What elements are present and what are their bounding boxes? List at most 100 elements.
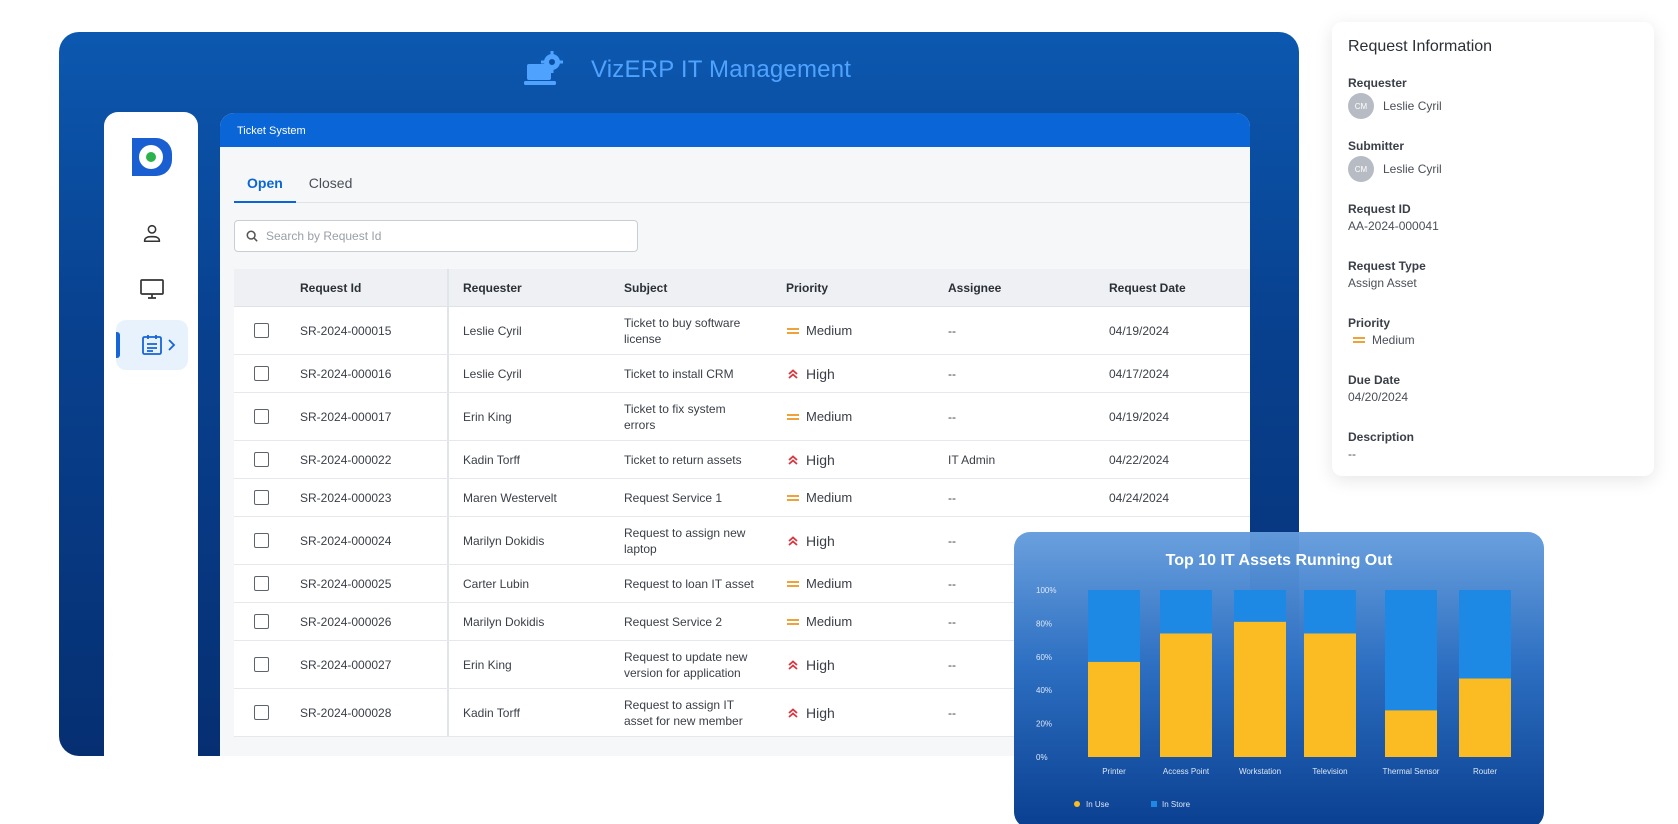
- row-select-cell: [234, 533, 288, 548]
- x-tick-label: Television: [1312, 767, 1347, 776]
- description-value: --: [1348, 447, 1356, 461]
- requester-block: Requester CM Leslie Cyril: [1348, 76, 1638, 119]
- row-checkbox[interactable]: [253, 366, 269, 381]
- submitter-name: Leslie Cyril: [1383, 162, 1442, 176]
- x-tick-label: Workstation: [1239, 767, 1281, 776]
- request-id-value: AA-2024-000041: [1348, 219, 1439, 233]
- request-type-block: Request Type Assign Asset: [1348, 259, 1638, 290]
- column-assignee[interactable]: Assignee: [934, 281, 1095, 295]
- row-checkbox[interactable]: [253, 490, 269, 505]
- assignee-cell: --: [948, 490, 956, 505]
- subject-cell: Ticket to return assets: [624, 452, 742, 467]
- row-checkbox[interactable]: [253, 409, 269, 424]
- priority-cell: High: [772, 657, 934, 673]
- requester-cell: Leslie Cyril: [463, 366, 522, 381]
- tab-open[interactable]: Open: [234, 167, 296, 203]
- column-request-id[interactable]: Request Id: [288, 269, 449, 306]
- bar-in-store: [1304, 590, 1356, 634]
- row-checkbox[interactable]: [253, 576, 269, 591]
- table-row[interactable]: SR-2024-000022 Kadin Torff Ticket to retur…: [234, 441, 1250, 479]
- bar-in-store: [1234, 590, 1286, 622]
- priority-cell: Medium: [772, 614, 934, 629]
- y-tick-label: 100%: [1036, 586, 1056, 595]
- priority-label: Medium: [806, 490, 853, 505]
- assignee-cell: IT Admin: [948, 452, 996, 467]
- priority-cell: High: [772, 366, 934, 382]
- submitter-label: Submitter: [1348, 139, 1405, 153]
- request-id-cell[interactable]: SR-2024-000025: [288, 565, 449, 602]
- priority-block: Priority Medium: [1348, 316, 1638, 347]
- requester-cell: Marilyn Dokidis: [463, 533, 545, 548]
- row-checkbox[interactable]: [253, 323, 269, 338]
- column-requester[interactable]: Requester: [449, 281, 610, 295]
- medium-priority-icon: [787, 327, 799, 334]
- medium-priority-icon: [1353, 337, 1365, 343]
- high-priority-icon: [788, 535, 798, 546]
- priority-cell: High: [772, 452, 934, 468]
- priority-cell: Medium: [772, 490, 934, 505]
- row-select-cell: [234, 366, 288, 381]
- tab-closed[interactable]: Closed: [296, 167, 366, 203]
- column-priority[interactable]: Priority: [772, 281, 934, 295]
- app-logo[interactable]: [128, 134, 174, 180]
- sidebar-item-assets[interactable]: [116, 264, 188, 314]
- table-row[interactable]: SR-2024-000023 Maren Westervelt Request Se…: [234, 479, 1250, 517]
- sidebar: [104, 112, 198, 756]
- app-header: VizERP IT Management: [59, 32, 1299, 112]
- request-id-cell[interactable]: SR-2024-000028: [288, 689, 449, 736]
- request-id-cell[interactable]: SR-2024-000026: [288, 603, 449, 640]
- bar-in-store: [1160, 590, 1212, 634]
- requester-cell: Erin King: [463, 409, 512, 424]
- request-id-cell[interactable]: SR-2024-000015: [288, 307, 449, 354]
- row-checkbox[interactable]: [253, 705, 269, 720]
- column-request-date[interactable]: Request Date: [1095, 281, 1250, 295]
- search-box: [234, 220, 638, 252]
- row-select-cell: [234, 576, 288, 591]
- row-select-cell: [234, 323, 288, 338]
- laptop-gear-icon: [524, 51, 563, 85]
- search-input[interactable]: [266, 229, 606, 243]
- row-checkbox[interactable]: [253, 452, 269, 467]
- avatar: CM: [1348, 156, 1374, 182]
- row-checkbox[interactable]: [253, 533, 269, 548]
- row-checkbox[interactable]: [253, 657, 269, 672]
- row-checkbox[interactable]: [253, 614, 269, 629]
- high-priority-icon: [788, 454, 798, 465]
- subject-cell: Ticket to install CRM: [624, 366, 734, 381]
- assets-chart-card: Top 10 IT Assets Running Out 0% 20% 40% 60%…: [1014, 532, 1544, 824]
- row-select-cell: [234, 657, 288, 672]
- sidebar-item-tickets[interactable]: [116, 320, 188, 370]
- request-date-cell: 04/19/2024: [1109, 323, 1170, 338]
- medium-priority-icon: [787, 494, 799, 501]
- request-id-cell[interactable]: SR-2024-000022: [288, 441, 449, 478]
- table-row[interactable]: SR-2024-000017 Erin King Ticket to fix sys…: [234, 393, 1250, 441]
- app-title: VizERP IT Management: [591, 56, 852, 83]
- subject-cell: Request Service 2: [624, 614, 723, 629]
- tab-bar: Open Closed: [234, 167, 1250, 203]
- priority-value-row: Medium: [1348, 333, 1638, 347]
- y-tick-label: 40%: [1036, 686, 1052, 695]
- request-id-cell[interactable]: SR-2024-000023: [288, 479, 449, 516]
- sidebar-item-users[interactable]: [116, 208, 188, 258]
- column-subject[interactable]: Subject: [610, 280, 772, 296]
- subject-cell: Request to assign new laptop: [624, 525, 746, 556]
- table-row[interactable]: SR-2024-000015 Leslie Cyril Ticket to buy …: [234, 307, 1250, 355]
- monitor-icon: [140, 279, 164, 299]
- bar-in-use: [1160, 633, 1212, 757]
- bar-in-use: [1088, 661, 1140, 757]
- row-select-cell: [234, 409, 288, 424]
- x-tick-label: Thermal Sensor: [1383, 767, 1440, 776]
- request-id-cell[interactable]: SR-2024-000016: [288, 355, 449, 392]
- bar-in-use: [1304, 633, 1356, 757]
- requester-label: Requester: [1348, 76, 1407, 90]
- request-id-cell[interactable]: SR-2024-000017: [288, 393, 449, 440]
- priority-cell: Medium: [772, 576, 934, 591]
- request-id-cell[interactable]: SR-2024-000027: [288, 641, 449, 688]
- bar-in-store: [1459, 590, 1511, 679]
- request-id-label: Request ID: [1348, 202, 1411, 216]
- priority-label: High: [806, 532, 835, 549]
- row-select-cell: [234, 452, 288, 467]
- request-id-cell[interactable]: SR-2024-000024: [288, 517, 449, 564]
- table-row[interactable]: SR-2024-000016 Leslie Cyril Ticket to inst…: [234, 355, 1250, 393]
- requester-cell: Leslie Cyril: [463, 323, 522, 338]
